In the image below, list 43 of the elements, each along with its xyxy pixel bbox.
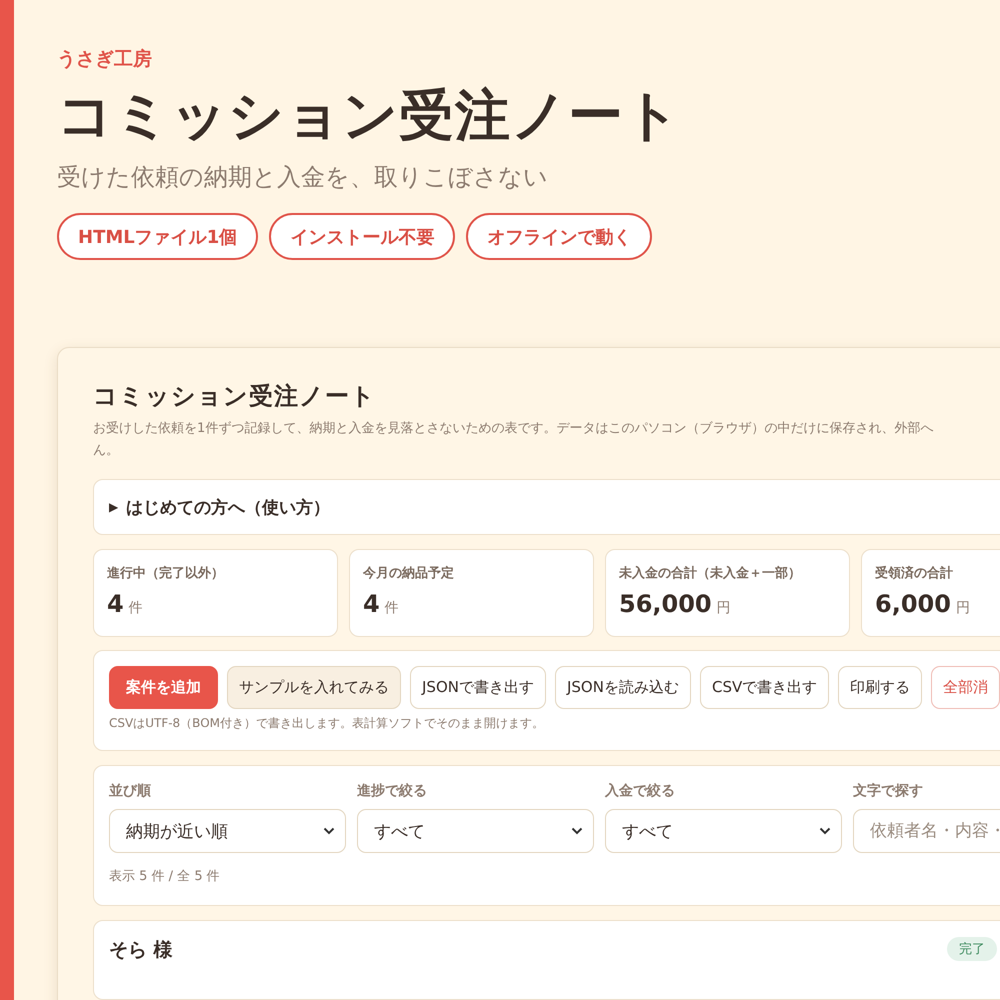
app-description: お受けした依頼を1件ずつ記録して、納期と入金を見落とさないための表です。データはこのパソコン（ブラウザ）の中だけに保存され、外部へ ん。: [93, 420, 934, 460]
guide-toggle[interactable]: ▶ はじめての方へ（使い方）: [93, 479, 1000, 536]
action-button[interactable]: JSONを読み込む: [554, 666, 691, 710]
stat-unit: 件: [384, 599, 399, 618]
stat-value: 56,000: [619, 590, 712, 618]
stat-unit: 円: [956, 599, 970, 618]
stat-label: 未入金の合計（未入金＋一部）: [619, 564, 802, 582]
search-field[interactable]: 依頼者名・内容・: [853, 809, 1000, 854]
brand-name: うさぎ工房: [57, 47, 153, 72]
filter-label: 進捗で絞る: [357, 782, 428, 800]
filter-label: 文字で探す: [853, 782, 924, 800]
stat-value: 4: [363, 590, 380, 618]
stat-unit: 円: [716, 599, 731, 618]
filter-dropdown[interactable]: すべて: [605, 809, 842, 854]
result-count: 表示 5 件 / 全 5 件: [109, 868, 221, 886]
feature-pill: HTMLファイル1個: [57, 213, 258, 260]
stat-value: 6,000: [875, 590, 951, 618]
chevron-down-icon: [571, 827, 583, 836]
client-name: そら 様: [109, 938, 173, 964]
stat-label: 受領済の合計: [875, 564, 954, 582]
action-button[interactable]: サンプルを入れてみる: [227, 666, 401, 710]
action-button[interactable]: 案件を追加: [109, 666, 218, 710]
filter-label: 並び順: [109, 782, 152, 800]
action-button[interactable]: JSONで書き出す: [410, 666, 546, 710]
stat-label: 今月の納品予定: [363, 564, 455, 582]
filter-label: 入金で絞る: [605, 782, 676, 800]
stat-value: 4: [107, 590, 124, 618]
filter-dropdown[interactable]: 納期が近い順: [109, 809, 346, 854]
action-button[interactable]: 全部消: [931, 666, 1000, 710]
stat-label: 進行中（完了以外）: [107, 564, 225, 582]
app-title: コミッション受注ノート: [93, 381, 377, 412]
status-badge: 完了: [947, 937, 997, 962]
feature-pill: オフラインで動く: [466, 213, 652, 260]
action-button[interactable]: 印刷する: [838, 666, 922, 710]
csv-note: CSVはUTF-8（BOM付き）で書き出します。表計算ソフトでそのまま開けます。: [109, 715, 546, 732]
chevron-down-icon: [323, 827, 335, 836]
hero-subtitle: 受けた依頼の納期と入金を、取りこぼさない: [57, 162, 549, 194]
stat-unit: 件: [128, 599, 143, 618]
filter-dropdown[interactable]: すべて: [357, 809, 594, 854]
chevron-down-icon: [819, 827, 831, 836]
feature-pill: インストール不要: [269, 213, 456, 260]
action-button[interactable]: CSVで書き出す: [700, 666, 830, 710]
hero-title: コミッション受注ノート: [57, 84, 682, 148]
